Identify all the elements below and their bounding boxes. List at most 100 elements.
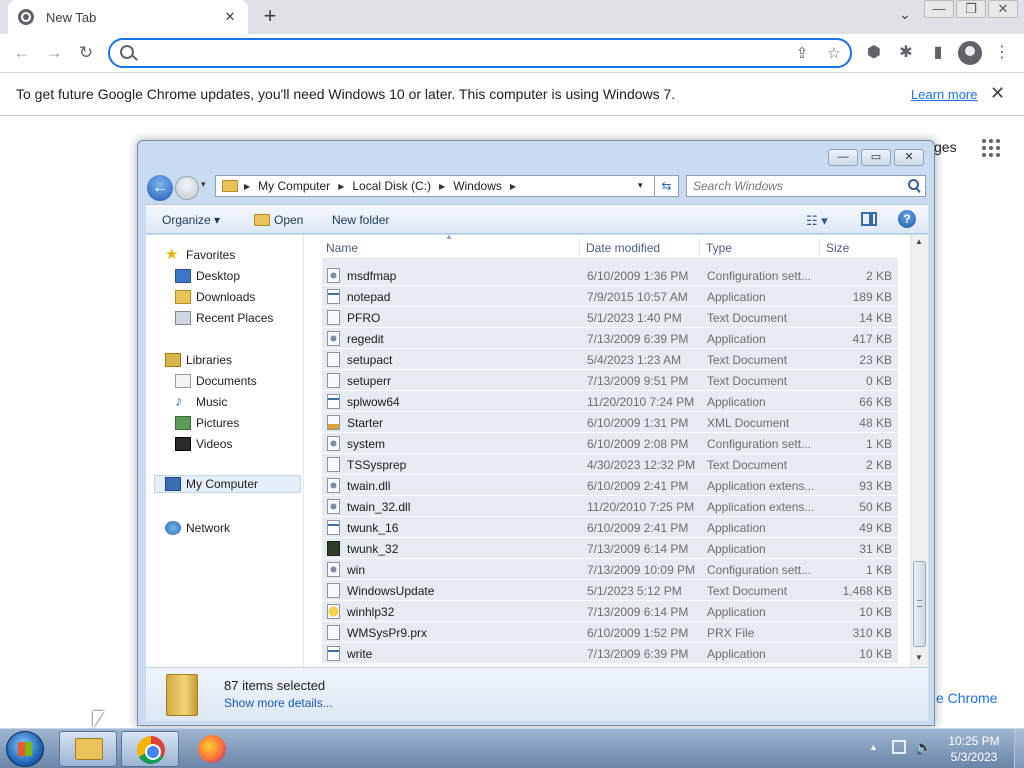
explorer-search-input[interactable] [693,179,898,193]
column-divider[interactable] [579,238,580,256]
nav-network[interactable]: Network [165,519,230,537]
breadcrumb-separator-icon[interactable]: ▶ [439,182,445,191]
infobar-close-icon[interactable]: ✕ [990,83,1005,104]
table-row[interactable]: Starter 6/10/2009 1:31 PM XML Document 48 K… [322,412,898,433]
nav-recent-places[interactable]: Recent Places [175,309,273,327]
table-row[interactable]: write 7/13/2009 6:39 PM Application 10 KB [322,643,898,664]
forward-button[interactable]: → [41,41,67,67]
table-row[interactable]: twunk_32 7/13/2009 6:14 PM Application 31 K… [322,538,898,559]
shield-extension-icon[interactable]: ⬢ [862,42,886,66]
column-type[interactable]: Type [706,241,732,255]
column-size[interactable]: Size [826,241,849,255]
scroll-down-arrow-icon[interactable]: ▼ [915,653,923,662]
address-dropdown-icon[interactable]: ▾ [638,180,643,191]
breadcrumb-separator-icon[interactable]: ▶ [510,182,516,191]
vertical-scrollbar[interactable]: ▲ ▼ [910,235,928,667]
new-tab-button[interactable]: + [258,4,282,28]
show-desktop-button[interactable] [1014,729,1024,768]
explorer-close-button[interactable]: ✕ [894,149,924,166]
breadcrumb-separator-icon[interactable]: ▶ [338,182,344,191]
breadcrumb-my-computer[interactable]: My Computer [258,179,330,193]
breadcrumb-windows[interactable]: Windows [453,179,502,193]
table-row[interactable]: setupact 5/4/2023 1:23 AM Text Document 23 … [322,349,898,370]
table-row[interactable]: system 6/10/2009 2:08 PM Configuration set… [322,433,898,454]
history-dropdown-icon[interactable]: ▾ [201,179,206,190]
open-button[interactable]: Open [274,213,303,227]
explorer-maximize-button[interactable]: ▭ [861,149,891,166]
taskbar-firefox-button[interactable] [183,731,241,767]
table-row[interactable]: WMSysPr9.prx 6/10/2009 1:52 PM PRX File 310… [322,622,898,643]
breadcrumb-separator-icon[interactable]: ▶ [244,182,250,191]
tab-search-chevron-icon[interactable]: ⌄ [895,6,915,26]
omnibox-input[interactable] [142,44,762,64]
table-row[interactable]: twunk_16 6/10/2009 2:41 PM Application 49 K… [322,517,898,538]
breadcrumb-local-disk[interactable]: Local Disk (C:) [352,179,431,193]
tray-expand-arrow-icon[interactable]: ▲ [869,742,878,752]
show-more-details-link[interactable]: Show more details... [224,696,333,710]
nav-documents[interactable]: Documents [175,372,257,390]
table-row[interactable]: win 7/13/2009 10:09 PM Configuration sett.… [322,559,898,580]
system-clock[interactable]: 10:25 PM 5/3/2023 [946,733,1002,765]
customize-chrome-fragment[interactable]: e Chrome [936,690,997,706]
chrome-restore-button[interactable]: ❐ [956,0,986,18]
search-icon[interactable] [908,179,919,190]
profile-avatar[interactable] [958,41,982,65]
chrome-minimize-button[interactable]: — [924,0,954,18]
share-icon[interactable]: ⇪ [792,44,812,64]
table-row[interactable]: twain.dll 6/10/2009 2:41 PM Application ex… [322,475,898,496]
help-icon[interactable]: ? [898,210,916,228]
explorer-minimize-button[interactable]: — [828,149,858,166]
explorer-search-box[interactable] [686,175,926,197]
images-link-fragment[interactable]: ges [934,139,957,155]
chrome-menu-icon[interactable]: ⋮ [990,42,1014,66]
column-divider[interactable] [819,238,820,256]
bookmark-star-icon[interactable]: ☆ [824,44,844,64]
table-row[interactable]: winhlp32 7/13/2009 6:14 PM Application 10 K… [322,601,898,622]
scroll-thumb[interactable] [913,561,926,647]
nav-pictures[interactable]: Pictures [175,414,239,432]
table-row[interactable]: PFRO 5/1/2023 1:40 PM Text Document 14 KB [322,307,898,328]
scroll-up-arrow-icon[interactable]: ▲ [915,237,923,246]
column-divider[interactable] [699,238,700,256]
volume-icon[interactable]: 🔈 [915,739,932,756]
reload-button[interactable]: ↻ [73,41,99,67]
table-row[interactable]: setuperr 7/13/2009 9:51 PM Text Document 0 … [322,370,898,391]
nav-libraries[interactable]: Libraries [165,351,232,369]
nav-favorites[interactable]: ★ Favorites [165,246,235,264]
address-bar[interactable]: ▶ My Computer ▶ Local Disk (C:) ▶ Window… [215,175,655,197]
tab-new-tab[interactable]: New Tab ✕ [8,0,248,34]
change-view-icon[interactable]: ☷ ▾ [806,213,828,229]
tab-close-icon[interactable]: ✕ [222,9,238,25]
organize-button[interactable]: Organize ▾ [162,213,220,227]
nav-downloads[interactable]: Downloads [175,288,255,306]
refresh-button[interactable]: ⇆ [655,175,679,197]
table-row[interactable]: WindowsUpdate 5/1/2023 5:12 PM Text Docume… [322,580,898,601]
preview-pane-icon[interactable] [861,212,877,226]
network-tray-icon[interactable] [892,740,906,754]
extensions-puzzle-icon[interactable]: ✱ [894,42,918,66]
omnibox[interactable]: ⇪ ☆ [108,38,852,68]
column-date-modified[interactable]: Date modified [586,241,660,255]
table-row[interactable]: msdfmap 6/10/2009 1:36 PM Configuration se… [322,265,898,286]
column-name[interactable]: Name [326,241,358,255]
table-row[interactable]: twain_32.dll 11/20/2010 7:25 PM Applicatio… [322,496,898,517]
taskbar-explorer-button[interactable] [59,731,117,767]
table-row[interactable]: notepad 7/9/2015 10:57 AM Application 189 K… [322,286,898,307]
nav-my-computer[interactable]: My Computer [154,475,301,493]
nav-videos[interactable]: Videos [175,435,232,453]
table-row[interactable]: regedit 7/13/2009 6:39 PM Application 417 K… [322,328,898,349]
explorer-back-button[interactable]: ← [147,175,173,201]
nav-desktop[interactable]: Desktop [175,267,240,285]
new-folder-button[interactable]: New folder [332,213,389,227]
taskbar-chrome-button[interactable] [121,731,179,767]
chrome-close-button[interactable]: ✕ [988,0,1018,18]
explorer-forward-button[interactable] [175,176,199,200]
start-button[interactable] [6,731,44,767]
learn-more-link[interactable]: Learn more [911,87,977,102]
back-button[interactable]: ← [9,41,35,67]
table-row[interactable]: splwow64 11/20/2010 7:24 PM Application 66 … [322,391,898,412]
nav-music[interactable]: ♪ Music [175,393,227,411]
table-row[interactable]: TSSysprep 4/30/2023 12:32 PM Text Document… [322,454,898,475]
google-apps-icon[interactable] [982,139,1000,157]
side-panel-icon[interactable]: ▮ [926,42,950,66]
